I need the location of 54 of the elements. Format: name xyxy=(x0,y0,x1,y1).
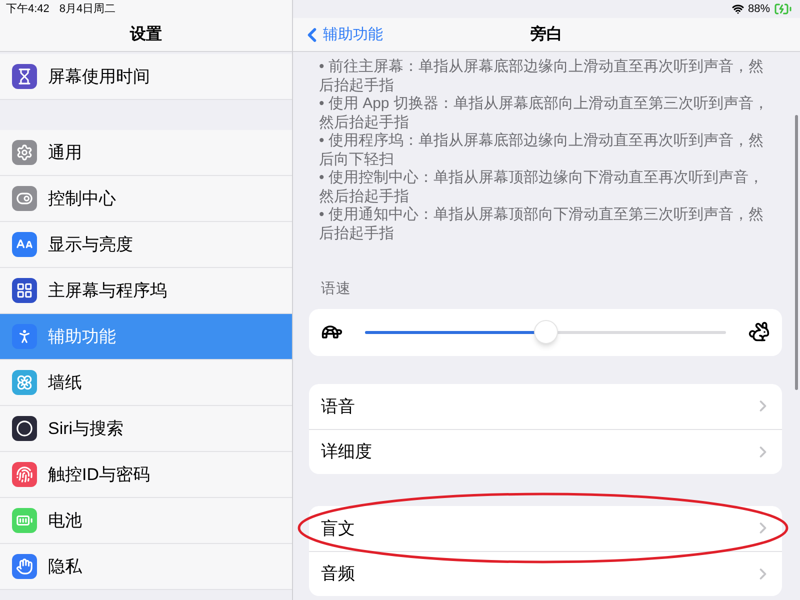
settings-row-label: 详细度 xyxy=(321,441,372,463)
settings-row-label: 音频 xyxy=(321,563,355,585)
grid-icon xyxy=(12,278,37,303)
wifi-icon xyxy=(732,3,744,15)
settings-row[interactable]: 语音 xyxy=(309,384,782,429)
settings-row[interactable]: 详细度 xyxy=(309,428,782,474)
text-size-icon xyxy=(12,232,37,257)
hand-icon xyxy=(12,554,37,579)
status-time: 下午4:42 xyxy=(6,2,50,17)
back-link[interactable]: 辅助功能 xyxy=(301,24,383,46)
gesture-text: • 前往主屏幕：单指从屏幕底部边缘向上滑动直至再次听到声音，然后抬起手指 xyxy=(319,58,764,95)
hourglass-icon xyxy=(12,64,37,89)
gesture-text: • 使用控制中心：单指从屏幕顶部边缘向下滑动直至再次听到声音，然后抬起手指 xyxy=(319,169,764,206)
person-icon xyxy=(12,324,37,349)
flower-icon xyxy=(12,370,37,395)
battery-percent: 88% xyxy=(748,2,770,17)
battery-icon xyxy=(12,508,37,533)
speech-rate-label: 语速 xyxy=(321,280,352,299)
fingerprint-icon xyxy=(12,462,37,487)
rabbit-icon xyxy=(748,321,770,344)
sidebar-item-label: 触控ID与密码 xyxy=(48,464,150,486)
gesture-text: • 使用程序坞：单指从屏幕底部边缘向上滑动直至再次听到声音，然后向下轻扫 xyxy=(319,132,764,169)
sidebar-item-label: 主屏幕与程序坞 xyxy=(48,280,167,302)
status-date: 8月4日周二 xyxy=(59,2,116,17)
settings-row-label: 语音 xyxy=(321,396,355,418)
sidebar-item-label: 屏幕使用时间 xyxy=(48,66,150,88)
sidebar-item[interactable]: 显示与亮度 xyxy=(0,222,292,268)
sidebar-item-label: 墙纸 xyxy=(48,372,82,394)
sidebar-item[interactable]: 控制中心 xyxy=(0,176,292,222)
sidebar-item[interactable]: 墙纸 xyxy=(0,360,292,406)
settings-row-label: 盲文 xyxy=(321,518,355,540)
sidebar-item[interactable]: 通用 xyxy=(0,130,292,176)
page-title: 旁白 xyxy=(530,24,562,44)
gear-icon xyxy=(12,140,37,165)
sidebar-item-label: 通用 xyxy=(48,142,82,164)
gesture-text: • 使用 App 切换器：单指从屏幕底部向上滑动直至第三次听到声音，然后抬起手指 xyxy=(319,95,770,132)
orb-icon xyxy=(12,416,37,441)
sidebar-item-label: 控制中心 xyxy=(48,188,116,210)
sidebar-item[interactable]: 主屏幕与程序坞 xyxy=(0,268,292,314)
sidebar-title: 设置 xyxy=(130,24,162,44)
sidebar-item[interactable]: 隐私 xyxy=(0,544,292,590)
slider-thumb[interactable] xyxy=(534,320,558,344)
sidebar-item[interactable]: 触控ID与密码 xyxy=(0,452,292,498)
sidebar-item-label: 隐私 xyxy=(48,556,82,578)
sidebar-item[interactable]: 屏幕使用时间 xyxy=(0,54,292,100)
gesture-text: • 使用通知中心：单指从屏幕顶部向下滑动直至第三次听到声音，然后抬起手指 xyxy=(319,206,764,243)
sidebar-item[interactable]: 电池 xyxy=(0,498,292,544)
toggles-icon xyxy=(12,186,37,211)
sidebar-item-label: 显示与亮度 xyxy=(48,234,133,256)
sidebar-item-label: 电池 xyxy=(48,510,82,532)
sidebar-item-label: 辅助功能 xyxy=(48,326,116,348)
settings-row[interactable]: 音频 xyxy=(309,550,782,596)
sidebar-item[interactable]: Siri与搜索 xyxy=(0,406,292,452)
sidebar-item-label: Siri与搜索 xyxy=(48,418,124,440)
